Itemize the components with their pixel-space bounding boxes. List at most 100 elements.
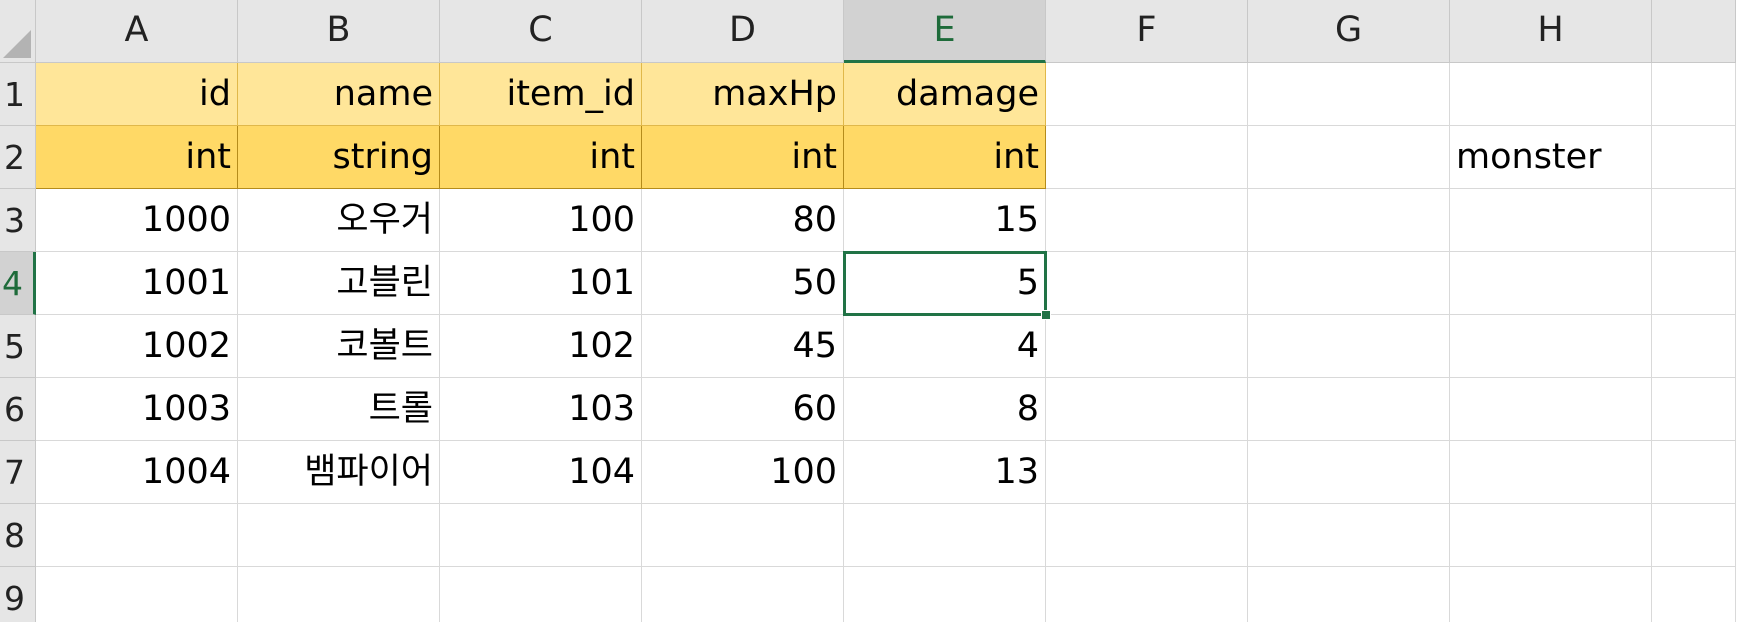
cell-c3[interactable]: 100 — [440, 189, 642, 252]
column-header-c[interactable]: C — [440, 0, 642, 63]
cell-i4[interactable] — [1652, 252, 1736, 315]
cell-b6[interactable]: 트롤 — [238, 378, 440, 441]
cell-h3[interactable] — [1450, 189, 1652, 252]
cell-h4[interactable] — [1450, 252, 1652, 315]
cell-e4[interactable]: 5 — [844, 252, 1046, 315]
cell-g8[interactable] — [1248, 504, 1450, 567]
cell-g7[interactable] — [1248, 441, 1450, 504]
cell-b2[interactable]: string — [238, 126, 440, 189]
row-header-1[interactable]: 1 — [0, 63, 36, 126]
column-header-h[interactable]: H — [1450, 0, 1652, 63]
cell-c5[interactable]: 102 — [440, 315, 642, 378]
cell-b3[interactable]: 오우거 — [238, 189, 440, 252]
cell-e9[interactable] — [844, 567, 1046, 622]
cell-c8[interactable] — [440, 504, 642, 567]
cell-c1[interactable]: item_id — [440, 63, 642, 126]
select-all-button[interactable] — [0, 0, 36, 63]
cell-f2[interactable] — [1046, 126, 1248, 189]
cell-g9[interactable] — [1248, 567, 1450, 622]
cell-b9[interactable] — [238, 567, 440, 622]
cell-i5[interactable] — [1652, 315, 1736, 378]
cell-i2[interactable] — [1652, 126, 1736, 189]
cell-i8[interactable] — [1652, 504, 1736, 567]
cell-h9[interactable] — [1450, 567, 1652, 622]
row-header-3[interactable]: 3 — [0, 189, 36, 252]
column-header-g[interactable]: G — [1248, 0, 1450, 63]
cell-c4[interactable]: 101 — [440, 252, 642, 315]
column-header-b[interactable]: B — [238, 0, 440, 63]
cell-e8[interactable] — [844, 504, 1046, 567]
cell-e3[interactable]: 15 — [844, 189, 1046, 252]
cell-e1[interactable]: damage — [844, 63, 1046, 126]
cell-d8[interactable] — [642, 504, 844, 567]
cell-a1[interactable]: id — [36, 63, 238, 126]
cell-c9[interactable] — [440, 567, 642, 622]
cell-e6[interactable]: 8 — [844, 378, 1046, 441]
cell-b4[interactable]: 고블린 — [238, 252, 440, 315]
cell-f4[interactable] — [1046, 252, 1248, 315]
cell-d7[interactable]: 100 — [642, 441, 844, 504]
row-header-8[interactable]: 8 — [0, 504, 36, 567]
cell-d9[interactable] — [642, 567, 844, 622]
cell-g1[interactable] — [1248, 63, 1450, 126]
cell-b5[interactable]: 코볼트 — [238, 315, 440, 378]
cell-f1[interactable] — [1046, 63, 1248, 126]
cell-e5[interactable]: 4 — [844, 315, 1046, 378]
cell-h5[interactable] — [1450, 315, 1652, 378]
cell-c7[interactable]: 104 — [440, 441, 642, 504]
cell-a5[interactable]: 1002 — [36, 315, 238, 378]
cell-h2[interactable]: monster — [1450, 126, 1652, 189]
column-header-a[interactable]: A — [36, 0, 238, 63]
cell-a2[interactable]: int — [36, 126, 238, 189]
column-header-f[interactable]: F — [1046, 0, 1248, 63]
row-header-4[interactable]: 4 — [0, 252, 36, 315]
cell-i7[interactable] — [1652, 441, 1736, 504]
column-header-d[interactable]: D — [642, 0, 844, 63]
cell-g6[interactable] — [1248, 378, 1450, 441]
cell-f3[interactable] — [1046, 189, 1248, 252]
row-header-7[interactable]: 7 — [0, 441, 36, 504]
cell-h8[interactable] — [1450, 504, 1652, 567]
cell-e7[interactable]: 13 — [844, 441, 1046, 504]
cell-f5[interactable] — [1046, 315, 1248, 378]
cell-a7[interactable]: 1004 — [36, 441, 238, 504]
cell-f9[interactable] — [1046, 567, 1248, 622]
column-header-e[interactable]: E — [844, 0, 1046, 63]
cell-g2[interactable] — [1248, 126, 1450, 189]
cell-c2[interactable]: int — [440, 126, 642, 189]
cell-f7[interactable] — [1046, 441, 1248, 504]
cell-d5[interactable]: 45 — [642, 315, 844, 378]
row-header-2[interactable]: 2 — [0, 126, 36, 189]
cell-d3[interactable]: 80 — [642, 189, 844, 252]
cell-a8[interactable] — [36, 504, 238, 567]
cell-d6[interactable]: 60 — [642, 378, 844, 441]
cell-d1[interactable]: maxHp — [642, 63, 844, 126]
cell-h7[interactable] — [1450, 441, 1652, 504]
cell-i3[interactable] — [1652, 189, 1736, 252]
cell-a3[interactable]: 1000 — [36, 189, 238, 252]
cell-g3[interactable] — [1248, 189, 1450, 252]
cell-e2[interactable]: int — [844, 126, 1046, 189]
row-header-5[interactable]: 5 — [0, 315, 36, 378]
cell-g5[interactable] — [1248, 315, 1450, 378]
cell-d4[interactable]: 50 — [642, 252, 844, 315]
cell-c6[interactable]: 103 — [440, 378, 642, 441]
row-header-9[interactable]: 9 — [0, 567, 36, 622]
cell-a9[interactable] — [36, 567, 238, 622]
cell-h6[interactable] — [1450, 378, 1652, 441]
column-header-i[interactable] — [1652, 0, 1736, 63]
cell-f6[interactable] — [1046, 378, 1248, 441]
cell-b8[interactable] — [238, 504, 440, 567]
cell-b1[interactable]: name — [238, 63, 440, 126]
cell-b7[interactable]: 뱀파이어 — [238, 441, 440, 504]
cell-a6[interactable]: 1003 — [36, 378, 238, 441]
cell-a4[interactable]: 1001 — [36, 252, 238, 315]
cell-f8[interactable] — [1046, 504, 1248, 567]
cell-d2[interactable]: int — [642, 126, 844, 189]
cell-g4[interactable] — [1248, 252, 1450, 315]
row-header-6[interactable]: 6 — [0, 378, 36, 441]
cell-i9[interactable] — [1652, 567, 1736, 622]
cell-i1[interactable] — [1652, 63, 1736, 126]
cell-h1[interactable] — [1450, 63, 1652, 126]
cell-i6[interactable] — [1652, 378, 1736, 441]
